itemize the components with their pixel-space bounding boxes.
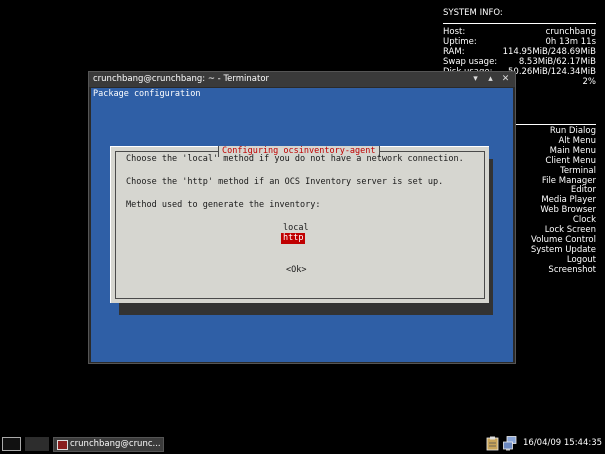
ok-button[interactable]: <Ok> <box>286 265 306 275</box>
sysinfo-row-uptime: Uptime: 0h 13m 11s <box>443 37 596 47</box>
package-configuration-header: Package configuration <box>93 89 201 99</box>
close-button[interactable]: ✕ <box>500 74 511 85</box>
taskbar: crunchbang@crunc... 16/04/09 15:44:35 <box>0 434 605 454</box>
sysinfo-label: Uptime: <box>443 37 477 47</box>
sysinfo-value: 2% <box>582 77 597 87</box>
minimize-button[interactable]: ▾ <box>470 74 481 85</box>
sysinfo-value: crunchbang <box>545 27 596 37</box>
system-info-title: SYSTEM INFO: <box>443 8 503 18</box>
dialog-text-http: Choose the 'http' method if an OCS Inven… <box>126 177 444 187</box>
maximize-button[interactable]: ▴ <box>485 74 496 85</box>
terminal-area[interactable]: Package configuration Configuring ocsinv… <box>91 88 513 362</box>
window-title: crunchbang@crunchbang: ~ - Terminator <box>93 74 270 84</box>
taskbar-terminal-task[interactable]: crunchbang@crunc... <box>53 437 164 452</box>
desktop-2-button[interactable] <box>25 437 49 451</box>
dialog-text-method: Method used to generate the inventory: <box>126 200 321 210</box>
network-icon[interactable] <box>503 436 518 451</box>
window-titlebar[interactable]: crunchbang@crunchbang: ~ - Terminator ▾ … <box>89 72 515 87</box>
terminal-icon <box>57 440 68 450</box>
shortcut-list: Run Dialog Alt Menu Main Menu Client Men… <box>516 124 596 276</box>
terminator-window[interactable]: crunchbang@crunchbang: ~ - Terminator ▾ … <box>88 71 516 364</box>
dialog-text-local: Choose the 'local' method if you do not … <box>126 154 464 164</box>
shortcut-divider <box>516 124 596 125</box>
sysinfo-label: Host: <box>443 27 466 37</box>
sysinfo-value: 8.53MiB/62.17MiB <box>518 57 596 67</box>
taskbar-clock[interactable]: 16/04/09 15:44:35 <box>523 437 602 450</box>
sysinfo-label: RAM: <box>443 47 465 57</box>
sysinfo-value: 50.26MiB/124.34MiB <box>508 67 596 77</box>
shortcut-screenshot: Screenshot <box>548 264 596 275</box>
window-controls: ▾ ▴ ✕ <box>470 74 511 85</box>
option-http-selected[interactable]: http <box>281 233 306 244</box>
system-info-divider <box>443 23 596 24</box>
clipboard-icon[interactable] <box>486 436 499 451</box>
sysinfo-value: 0h 13m 11s <box>545 37 596 47</box>
system-tray <box>486 436 518 451</box>
sysinfo-value: 114.95MiB/248.69MiB <box>502 47 596 57</box>
debconf-dialog: Configuring ocsinventory-agent Choose th… <box>110 146 489 303</box>
sysinfo-row-swap: Swap usage: 8.53MiB/62.17MiB <box>443 57 596 67</box>
sysinfo-row-host: Host: crunchbang <box>443 27 596 37</box>
desktop-1-button[interactable] <box>2 437 21 451</box>
task-label: crunchbang@crunc... <box>70 439 161 449</box>
sysinfo-label: Swap usage: <box>443 57 498 67</box>
sysinfo-row-ram: RAM: 114.95MiB/248.69MiB <box>443 47 596 57</box>
dialog-frame: Configuring ocsinventory-agent Choose th… <box>115 146 485 299</box>
